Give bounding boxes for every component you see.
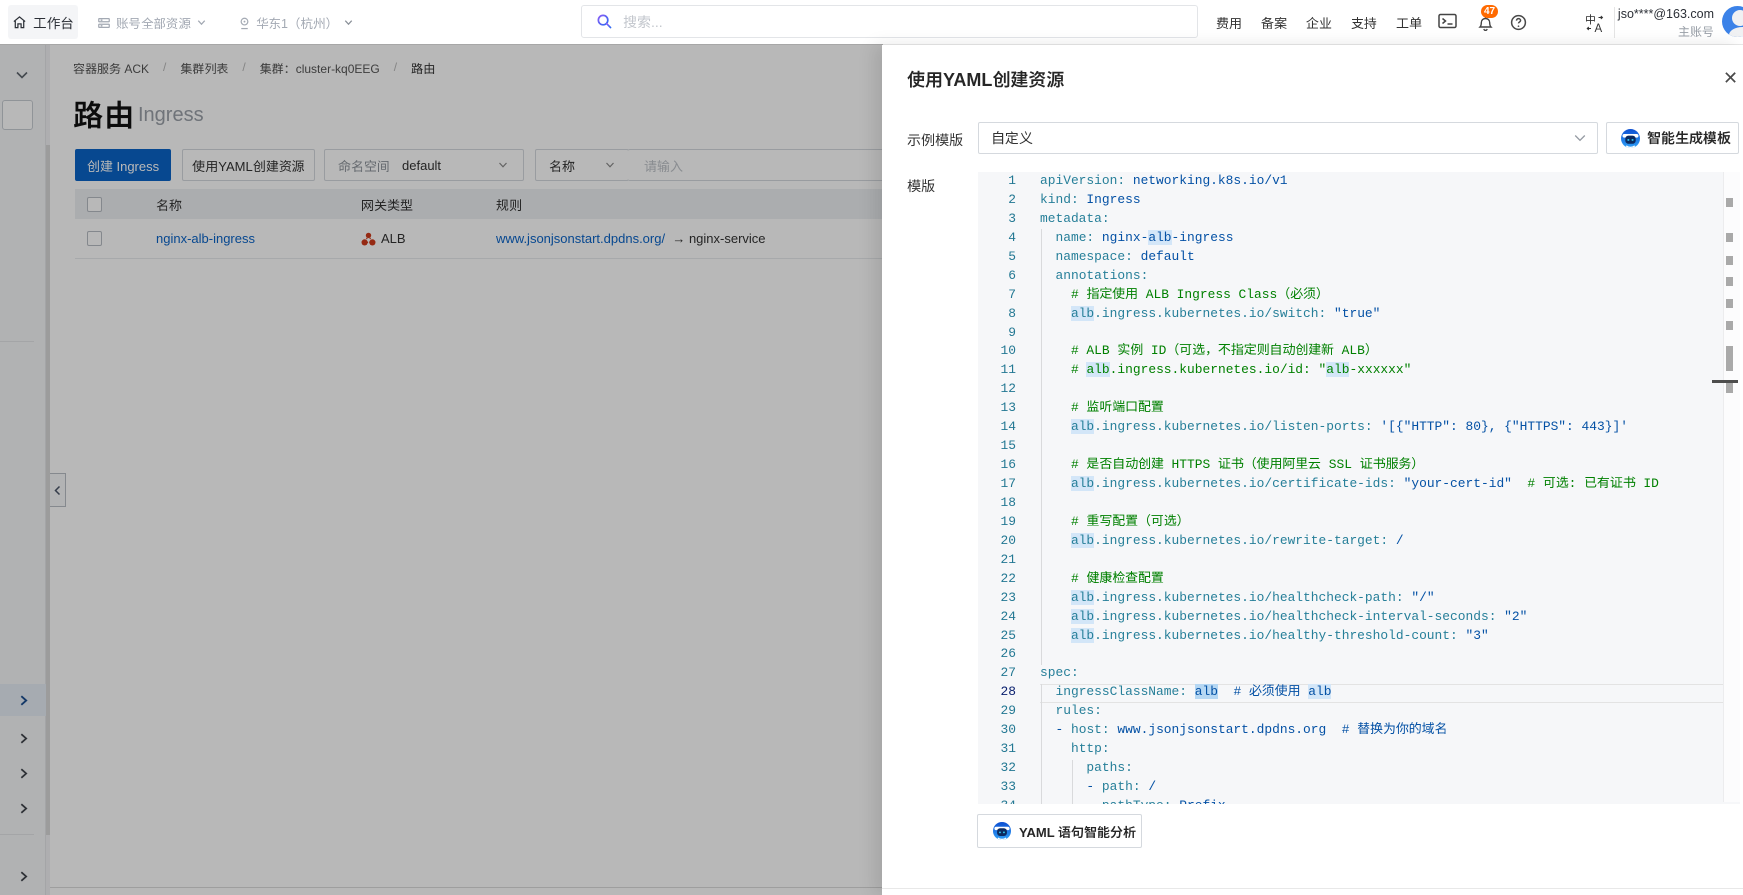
svg-text:A: A <box>1595 23 1603 33</box>
